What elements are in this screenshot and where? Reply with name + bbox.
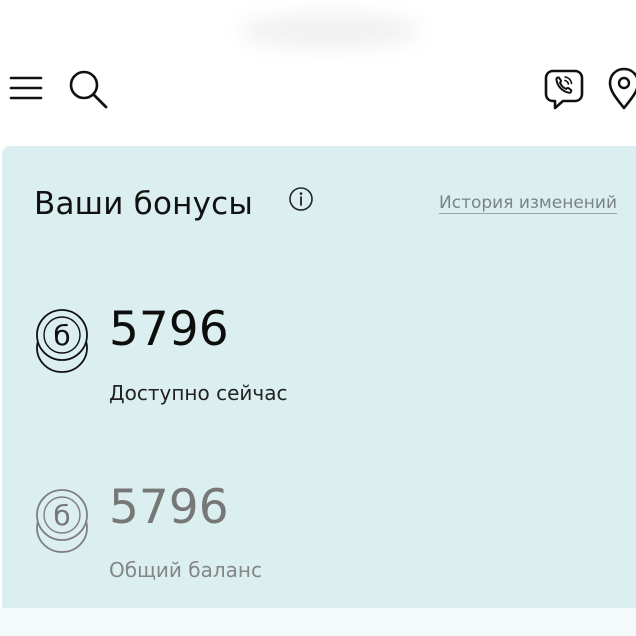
hamburger-menu-icon: [9, 76, 43, 100]
available-label: Доступно сейчас: [109, 381, 288, 405]
history-link[interactable]: История изменений: [439, 193, 617, 213]
bonuses-title: Ваши бонусы: [34, 186, 254, 222]
search-button[interactable]: [67, 68, 109, 110]
viber-icon: [544, 69, 584, 110]
bottom-strip: [0, 608, 636, 636]
bonuses-card: Ваши бонусы История изменений б 5796 Дос…: [2, 146, 636, 608]
viber-button[interactable]: [541, 66, 587, 112]
coin-letter: б: [53, 319, 70, 352]
menu-button[interactable]: [8, 70, 44, 106]
bonuses-screen: Ваши бонусы История изменений б 5796 Дос…: [0, 0, 636, 636]
bonus-coin-icon: б: [36, 309, 88, 373]
total-amount: 5796: [109, 480, 229, 535]
location-button[interactable]: [606, 66, 636, 112]
available-amount: 5796: [109, 302, 229, 357]
coin-letter: б: [53, 499, 70, 532]
app-header: [0, 0, 636, 144]
info-button[interactable]: [288, 186, 314, 212]
search-icon: [69, 70, 108, 109]
bonus-coin-icon: б: [36, 489, 88, 553]
location-pin-icon: [608, 67, 636, 110]
total-label: Общий баланс: [109, 558, 262, 582]
info-icon: [289, 187, 313, 211]
